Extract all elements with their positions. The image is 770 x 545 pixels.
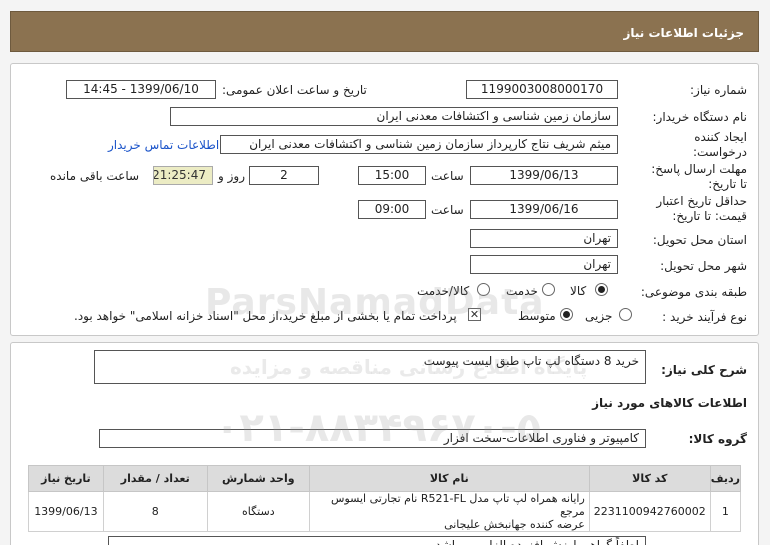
- category-service-label: خدمت: [506, 284, 538, 298]
- cell-name-line-2: عرضه کننده جهانبخش علیجانی: [444, 518, 585, 531]
- summary-label: شرح کلی نیاز:: [661, 363, 747, 377]
- cell-code: 2231100942760002: [588, 491, 711, 532]
- deadline-label-2: تا تاریخ:: [708, 177, 747, 191]
- validity-time-label: ساعت: [431, 203, 464, 217]
- deadline-time-field: 15:00: [358, 166, 426, 185]
- cell-unit: دستگاه: [206, 491, 310, 532]
- province-label: استان محل تحویل:: [652, 233, 747, 247]
- category-label: طبقه بندی موضوعی:: [640, 285, 747, 299]
- col-code: کد کالا: [588, 465, 711, 492]
- page-header: جزئیات اطلاعات نیاز: [10, 11, 759, 52]
- process-medium-label: متوسط: [518, 309, 556, 323]
- table-row: 1 2231100942760002 رایانه همراه لپ تاپ م…: [28, 491, 742, 532]
- cell-row: 1: [709, 491, 742, 532]
- process-label: نوع فرآیند خرید :: [662, 310, 747, 324]
- category-goods-radio[interactable]: [595, 283, 608, 296]
- process-minor-radio[interactable]: [619, 308, 632, 321]
- deadline-time-label: ساعت: [431, 169, 464, 183]
- cell-qty: 8: [102, 491, 208, 532]
- category-both-radio[interactable]: [477, 283, 490, 296]
- announce-label: تاریخ و ساعت اعلان عمومی:: [222, 83, 367, 97]
- summary-field: خرید 8 دستگاه لپ تاپ طبق لیست پیوست: [94, 350, 646, 384]
- col-qty: تعداد / مقدار: [102, 465, 208, 492]
- city-field: تهران: [470, 255, 618, 274]
- need-number-field: 1199003008000170: [466, 80, 618, 99]
- validity-label-1: حداقل تاریخ اعتبار: [656, 194, 747, 208]
- buyer-org-field: سازمان زمین شناسی و اکتشافات معدنی ایران: [170, 107, 618, 126]
- treasury-payment-note: پرداخت تمام یا بخشی از مبلغ خرید،از محل …: [74, 309, 457, 323]
- buyer-org-label: نام دستگاه خریدار:: [652, 110, 748, 124]
- goods-info-title: اطلاعات کالاهای مورد نیاز: [592, 396, 747, 410]
- creator-label-2: درخواست:: [693, 145, 747, 159]
- col-name: نام کالا: [308, 465, 590, 492]
- validity-time-field: 09:00: [358, 200, 426, 219]
- goods-group-label: گروه کالا:: [688, 432, 747, 446]
- cell-name: رایانه همراه لپ تاپ مدل R521-FL نام تجار…: [308, 491, 590, 532]
- goods-table: ردیف کد کالا نام کالا واحد شمارش تعداد /…: [28, 465, 742, 532]
- goods-group-field: کامپیوتر و فناوری اطلاعات-سخت افزار: [99, 429, 646, 448]
- city-label: شهر محل تحویل:: [660, 259, 747, 273]
- cell-date: 1399/06/13: [28, 491, 104, 532]
- deadline-date-field: 1399/06/13: [470, 166, 618, 185]
- col-date: تاریخ نیاز: [28, 465, 104, 492]
- process-minor-label: جزیی: [585, 309, 613, 323]
- province-field: تهران: [470, 229, 618, 248]
- category-both-label: کالا/خدمت: [417, 284, 470, 298]
- days-field: 2: [249, 166, 319, 185]
- creator-field: میثم شریف نتاج کارپرداز سازمان زمین شناس…: [220, 135, 618, 154]
- treasury-payment-checkbox[interactable]: ✕: [468, 308, 481, 321]
- buyer-notes-field: لطفاً گواهی ارزش افزوده الزامی میباشد: [108, 536, 646, 545]
- remaining-label: ساعت باقی مانده: [50, 169, 140, 183]
- remaining-time-field: 21:25:47: [153, 166, 213, 185]
- cell-name-line-1: رایانه همراه لپ تاپ مدل R521-FL نام تجار…: [331, 492, 585, 518]
- days-label: روز و: [218, 169, 245, 183]
- category-service-radio[interactable]: [542, 283, 555, 296]
- validity-label-2: قیمت: تا تاریخ:: [672, 209, 747, 223]
- contact-buyer-link[interactable]: اطلاعات تماس خریدار: [108, 138, 219, 152]
- validity-date-field: 1399/06/16: [470, 200, 618, 219]
- col-unit: واحد شمارش: [206, 465, 310, 492]
- need-number-label: شماره نیاز:: [690, 83, 747, 97]
- deadline-label-1: مهلت ارسال پاسخ:: [651, 162, 747, 176]
- table-header-row: ردیف کد کالا نام کالا واحد شمارش تعداد /…: [28, 465, 742, 492]
- process-medium-radio[interactable]: [560, 308, 573, 321]
- creator-label-1: ایجاد کننده: [694, 130, 747, 144]
- col-row: ردیف: [709, 465, 742, 492]
- category-goods-label: کالا: [570, 284, 587, 298]
- announce-field: 1399/06/10 - 14:45: [66, 80, 216, 99]
